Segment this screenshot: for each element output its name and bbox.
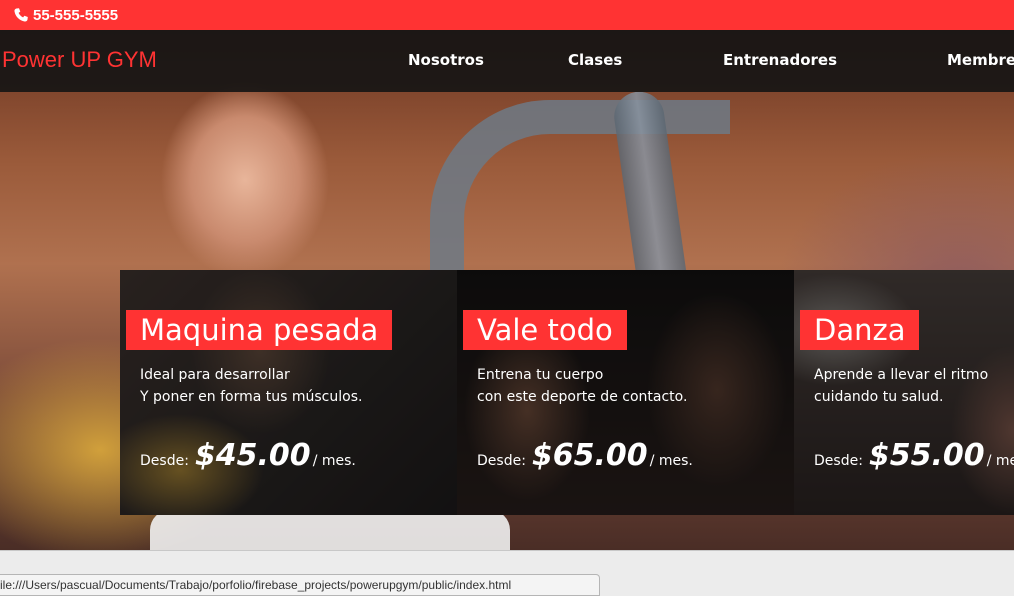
card-price-row: Desde: $55.00 / mes. bbox=[814, 438, 1014, 473]
class-card[interactable]: Vale todo Entrena tu cuerpo con este dep… bbox=[457, 270, 794, 515]
card-description: Entrena tu cuerpo con este deporte de co… bbox=[477, 364, 687, 408]
card-description-line: Entrena tu cuerpo bbox=[477, 367, 604, 383]
card-description-line: Aprende a llevar el ritmo bbox=[814, 367, 989, 383]
price-suffix: / mes. bbox=[649, 453, 693, 469]
class-cards: Maquina pesada Ideal para desarrollar Y … bbox=[120, 270, 1014, 515]
card-title: Maquina pesada bbox=[126, 310, 393, 350]
price-value: $55.00 bbox=[868, 438, 985, 473]
card-title: Danza bbox=[800, 310, 920, 350]
price-value: $65.00 bbox=[531, 438, 648, 473]
card-price-row: Desde: $65.00 / mes. bbox=[477, 438, 693, 473]
card-title: Vale todo bbox=[463, 310, 627, 350]
page: 55-555-5555 Power UP GYM Nosotros Clases… bbox=[0, 0, 1014, 596]
class-card[interactable]: Danza Aprende a llevar el ritmo cuidando… bbox=[794, 270, 1014, 515]
main-nav: Power UP GYM Nosotros Clases Entrenadore… bbox=[0, 30, 1014, 92]
nav-link-clases[interactable]: Clases bbox=[568, 51, 622, 69]
price-prefix: Desde: bbox=[814, 453, 863, 469]
brand-logo[interactable]: Power UP GYM bbox=[2, 47, 157, 73]
card-description: Aprende a llevar el ritmo cuidando tu sa… bbox=[814, 364, 988, 408]
hero-towel-shape bbox=[150, 510, 510, 550]
phone-icon bbox=[13, 7, 29, 23]
phone-number[interactable]: 55-555-5555 bbox=[33, 7, 118, 24]
card-description-line: con este deporte de contacto. bbox=[477, 389, 688, 405]
class-card[interactable]: Maquina pesada Ideal para desarrollar Y … bbox=[120, 270, 457, 515]
price-suffix: / mes. bbox=[986, 453, 1014, 469]
price-value: $45.00 bbox=[194, 438, 311, 473]
top-contact-bar: 55-555-5555 bbox=[0, 0, 1014, 30]
nav-link-entrenadores[interactable]: Entrenadores bbox=[723, 51, 837, 69]
card-description: Ideal para desarrollar Y poner en forma … bbox=[140, 364, 362, 408]
card-description-line: Ideal para desarrollar bbox=[140, 367, 290, 383]
card-description-line: Y poner en forma tus músculos. bbox=[140, 389, 363, 405]
nav-link-membresias[interactable]: Membres bbox=[947, 51, 1014, 69]
status-bar-url: ile:///Users/pascual/Documents/Trabajo/p… bbox=[0, 574, 600, 596]
nav-link-nosotros[interactable]: Nosotros bbox=[408, 51, 484, 69]
card-description-line: cuidando tu salud. bbox=[814, 389, 944, 405]
price-suffix: / mes. bbox=[312, 453, 356, 469]
price-prefix: Desde: bbox=[477, 453, 526, 469]
price-prefix: Desde: bbox=[140, 453, 189, 469]
card-price-row: Desde: $45.00 / mes. bbox=[140, 438, 356, 473]
